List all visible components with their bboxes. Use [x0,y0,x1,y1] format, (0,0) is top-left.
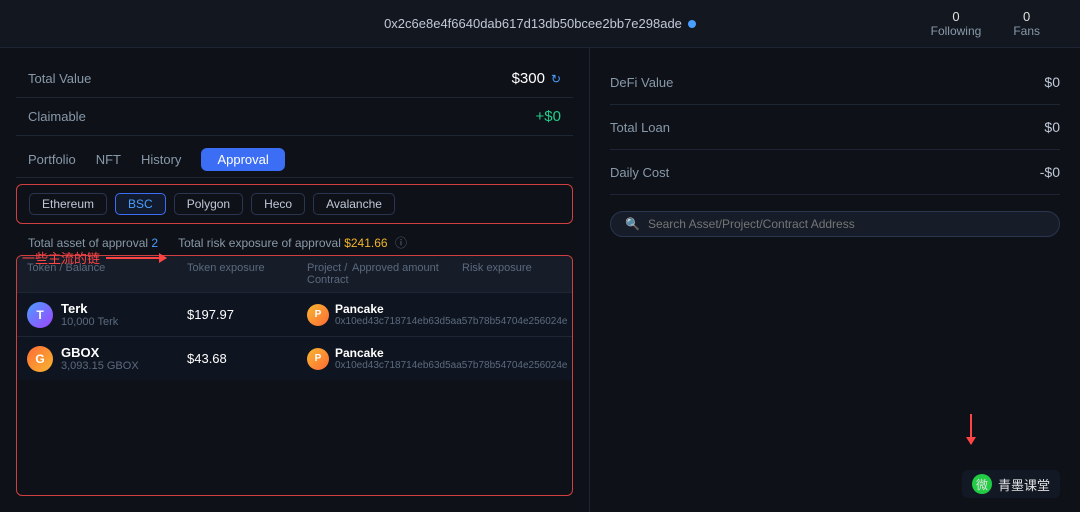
project-name-1: Pancake [335,302,567,316]
annotation-label: 一些主流的链 [22,248,166,267]
col-project: Project / Contract [307,262,352,286]
project-name-2: Pancake [335,346,567,360]
token-name-1: Terk [61,301,118,316]
refresh-icon[interactable]: ↻ [551,72,561,86]
watermark-text: 青墨课堂 [998,475,1050,494]
following-count: 0 [952,9,959,24]
token-exposure-2: $43.68 [187,351,307,366]
risk-exposure-value: $241.66 [344,236,387,250]
chain-filter-bar: Ethereum BSC Polygon Heco Avalanche [16,184,573,224]
loan-label: Total Loan [610,120,670,135]
table-row: T Terk 10,000 Terk $197.97 P Pancake 0x1… [17,293,572,337]
project-address-1: 0x10ed43c718714eb63d5aa57b78b54704e25602… [335,316,567,327]
following-stat[interactable]: 0 Following [931,9,982,38]
token-balance-1: 10,000 Terk [61,316,118,328]
project-address-2: 0x10ed43c718714eb63d5aa57b78b54704e25602… [335,360,567,371]
header-stats: 0 Following 0 Fans [931,9,1040,38]
project-icon-2: P [307,348,329,370]
defi-label: DeFi Value [610,75,673,90]
daily-cost-row: Daily Cost -$0 [610,150,1060,195]
risk-exposure-text: Total risk exposure of approval $241.66 … [178,234,407,251]
tab-nft[interactable]: NFT [96,148,121,171]
token-balance-2: 3,093.15 GBOX [61,360,139,372]
tab-approval[interactable]: Approval [201,148,284,171]
following-label: Following [931,24,982,38]
project-info-1: Pancake 0x10ed43c718714eb63d5aa57b78b547… [335,302,567,327]
total-value-label: Total Value [28,71,91,86]
token-info-1: Terk 10,000 Terk [61,301,118,328]
left-panel: Total Value $300 ↻ Claimable +$0 Portfol… [0,48,590,512]
project-info-2: Pancake 0x10ed43c718714eb63d5aa57b78b547… [335,346,567,371]
claimable-label: Claimable [28,109,86,124]
tab-portfolio[interactable]: Portfolio [28,148,76,171]
arrow-right-icon [106,257,166,259]
table-row: G GBOX 3,093.15 GBOX $43.68 P Pancake 0x… [17,337,572,380]
chain-btn-ethereum[interactable]: Ethereum [29,193,107,215]
total-value-display: $300 ↻ [512,70,561,87]
defi-value: $0 [1044,74,1060,90]
right-panel: DeFi Value $0 Total Loan $0 Daily Cost -… [590,48,1080,512]
fans-label: Fans [1013,24,1040,38]
loan-row: Total Loan $0 [610,105,1060,150]
address-text: 0x2c6e8e4f6640dab617d13db50bcee2bb7e298a… [384,16,682,31]
token-icon-terk: T [27,302,53,328]
token-info-2: GBOX 3,093.15 GBOX [61,345,139,372]
arrow-down-icon [970,414,972,444]
project-cell-2: P Pancake 0x10ed43c718714eb63d5aa57b78b5… [307,346,567,371]
col-token-exposure: Token exposure [187,262,307,286]
total-value-amount: $300 [512,70,545,87]
approved-amount-1: All [567,308,573,322]
token-icon-gbox: G [27,346,53,372]
annotation-text: 一些主流的链 [22,248,100,267]
col-approved: Approved amount [352,262,462,286]
daily-cost-label: Daily Cost [610,165,669,180]
project-icon-1: P [307,304,329,326]
claimable-card: Claimable +$0 [16,98,573,136]
col-risk: Risk exposure [462,262,562,286]
claimable-value: +$0 [536,108,561,125]
approved-amount-2: All [567,352,573,366]
token-cell-1: T Terk 10,000 Terk [27,301,187,328]
token-cell-2: G GBOX 3,093.15 GBOX [27,345,187,372]
search-icon: 🔍 [625,217,640,231]
watermark: 微 青墨课堂 [962,470,1060,498]
header: 0x2c6e8e4f6640dab617d13db50bcee2bb7e298a… [0,0,1080,48]
approval-table: Token / Balance Token exposure Project /… [16,255,573,496]
token-exposure-1: $197.97 [187,307,307,322]
tab-history[interactable]: History [141,148,181,171]
search-bar[interactable]: 🔍 [610,211,1060,237]
main-content: Total Value $300 ↻ Claimable +$0 Portfol… [0,48,1080,512]
token-name-2: GBOX [61,345,139,360]
search-input[interactable] [648,217,1045,231]
fans-count: 0 [1023,9,1030,24]
project-cell-1: P Pancake 0x10ed43c718714eb63d5aa57b78b5… [307,302,567,327]
total-value-card: Total Value $300 ↻ [16,60,573,98]
summary-section: Total Value $300 ↻ Claimable +$0 [16,60,573,136]
fans-stat[interactable]: 0 Fans [1013,9,1040,38]
watermark-icon: 微 [972,474,992,494]
chain-btn-bsc[interactable]: BSC [115,193,166,215]
loan-value: $0 [1044,119,1060,135]
defi-row: DeFi Value $0 [610,60,1060,105]
tabs-bar: Portfolio NFT History Approval [16,140,573,178]
daily-cost-value: -$0 [1040,164,1060,180]
annotation-arrow-down [970,414,972,444]
address-bar: 0x2c6e8e4f6640dab617d13db50bcee2bb7e298a… [384,16,696,31]
info-icon: ⓘ [395,236,407,250]
chain-btn-heco[interactable]: Heco [251,193,305,215]
chain-btn-polygon[interactable]: Polygon [174,193,243,215]
chain-btn-avalanche[interactable]: Avalanche [313,193,395,215]
address-dot-icon [688,20,696,28]
